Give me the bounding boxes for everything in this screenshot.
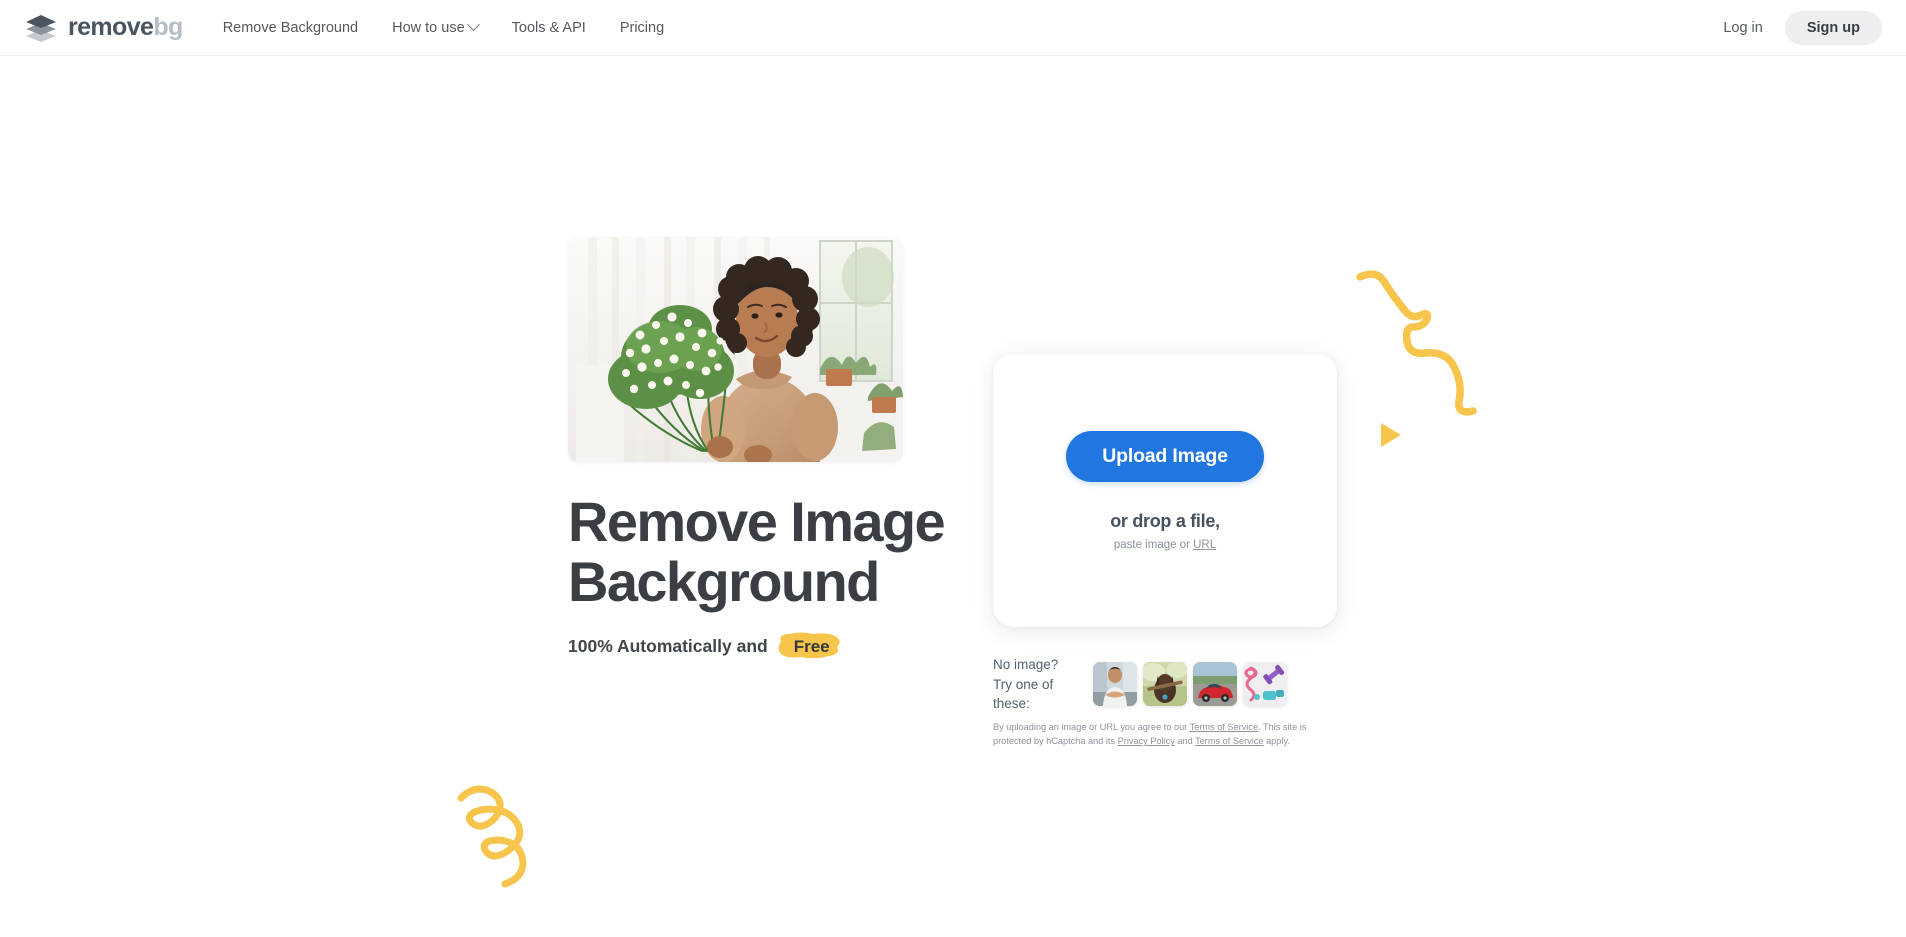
nav-how-to-use[interactable]: How to use <box>392 18 480 36</box>
url-link[interactable]: URL <box>1193 539 1216 551</box>
legal-part-1: By uploading an image or URL you agree t… <box>993 722 1190 732</box>
sample-thumbnail-man[interactable] <box>1093 662 1137 707</box>
main-navigation: Remove Background How to use Tools & API… <box>223 18 664 36</box>
yellow-play-triangle-decoration <box>1381 423 1401 447</box>
privacy-policy-link[interactable]: Privacy Policy <box>1118 736 1175 746</box>
site-header: removebg Remove Background How to use To… <box>0 0 1906 56</box>
title-line-2: Background <box>568 549 880 613</box>
header-actions: Log in Sign up <box>1709 10 1882 45</box>
login-link[interactable]: Log in <box>1709 12 1777 44</box>
sample-images-section: No image? Try one of these: <box>993 655 1287 714</box>
nav-label: Tools & API <box>511 19 586 36</box>
nav-tools-api[interactable]: Tools & API <box>512 20 586 36</box>
signup-button[interactable]: Sign up <box>1784 10 1882 45</box>
logo-text-bg: bg <box>153 13 183 41</box>
nav-remove-background[interactable]: Remove Background <box>223 20 358 36</box>
free-badge-label: Free <box>793 636 830 656</box>
paste-url-text: paste image or URL <box>1114 539 1216 551</box>
drop-file-text: or drop a file, <box>1110 510 1220 531</box>
hero-image <box>568 237 903 462</box>
nav-label: Pricing <box>619 19 665 36</box>
nav-label: How to use <box>392 19 465 36</box>
layers-stack-icon <box>26 14 56 42</box>
subtitle-text: 100% Automatically and <box>568 636 768 657</box>
sample-thumbnails <box>1093 662 1287 707</box>
logo-text-remove: remove <box>68 13 154 41</box>
hero-section: Remove Image Background 100% Automatical… <box>568 237 948 660</box>
nav-pricing[interactable]: Pricing <box>620 20 664 36</box>
upload-image-button[interactable]: Upload Image <box>1066 430 1264 482</box>
legal-part-4: apply. <box>1263 736 1290 747</box>
samples-label: No image? Try one of these: <box>993 655 1093 714</box>
free-badge: Free <box>778 632 844 660</box>
logo-link[interactable]: removebg <box>24 13 183 43</box>
page-title: Remove Image Background <box>568 492 948 612</box>
yellow-squiggle-decoration-right <box>1356 270 1477 416</box>
legal-part-3: and <box>1174 736 1196 747</box>
terms-of-service-link-1[interactable]: Terms of Service <box>1190 722 1258 732</box>
terms-of-service-link-2[interactable]: Terms of Service <box>1195 736 1263 746</box>
upload-card[interactable]: Upload Image or drop a file, paste image… <box>993 354 1337 627</box>
samples-label-line1: No image? <box>993 657 1059 672</box>
yellow-spiral-squiggle-decoration-left <box>457 785 527 888</box>
legal-disclaimer: By uploading an image or URL you agree t… <box>993 720 1339 749</box>
sample-thumbnail-car[interactable] <box>1193 662 1237 707</box>
logo-wordmark: removebg <box>68 15 183 40</box>
nav-label: Remove Background <box>222 19 359 36</box>
sample-thumbnail-fitness[interactable] <box>1243 662 1287 707</box>
samples-label-line2: Try one of these: <box>993 676 1054 712</box>
hero-subtitle: 100% Automatically and Free <box>568 632 948 660</box>
chevron-down-icon <box>466 18 480 32</box>
paste-prefix: paste image or <box>1113 538 1194 551</box>
title-line-1: Remove Image <box>568 490 946 553</box>
sample-thumbnail-dog[interactable] <box>1143 662 1187 707</box>
